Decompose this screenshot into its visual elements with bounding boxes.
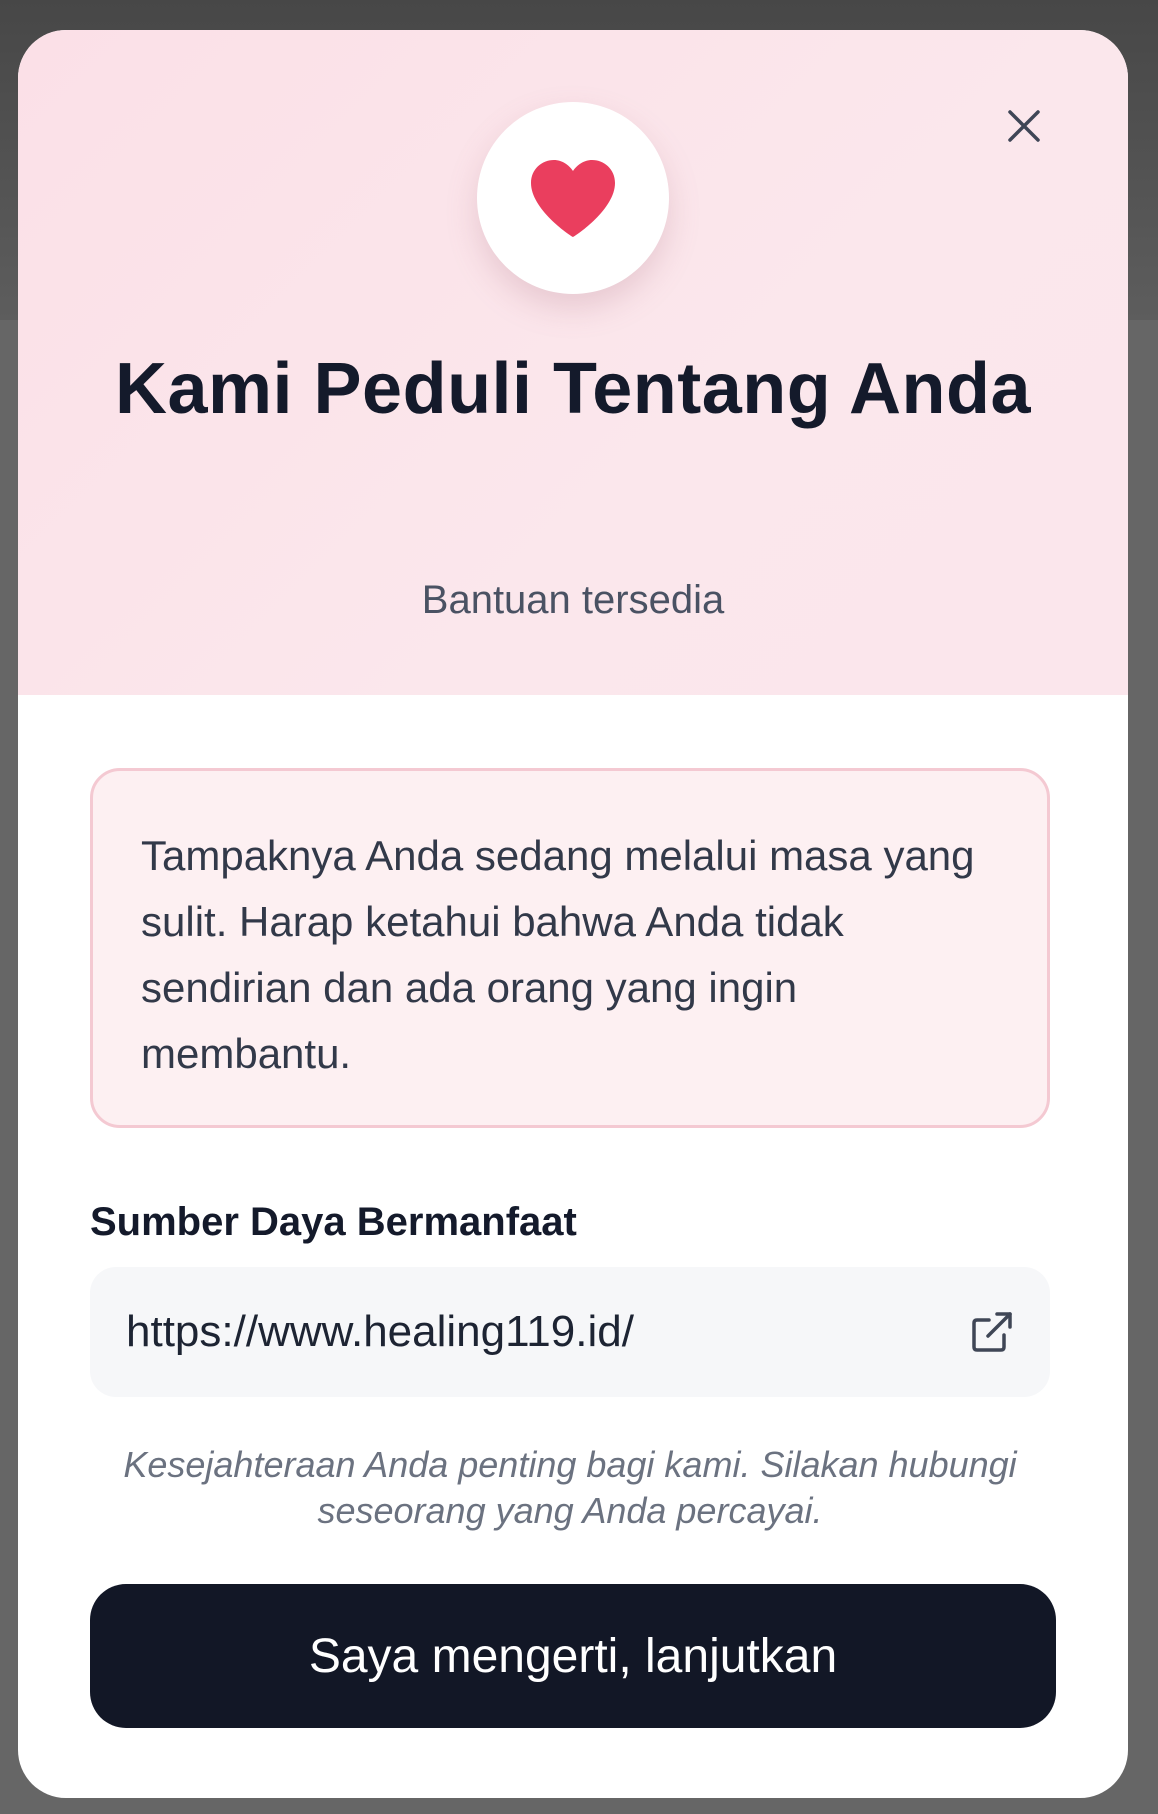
dialog-subtitle: Bantuan tersedia — [421, 578, 725, 622]
close-button[interactable] — [998, 100, 1050, 152]
resource-url: https://www.healing119.id/ — [126, 1307, 634, 1356]
care-dialog: Kami Peduli Tentang Anda Bantuan tersedi… — [18, 30, 1128, 1798]
dialog-title: Kami Peduli Tentang Anda — [114, 349, 1032, 429]
resources-heading: Sumber Daya Bermanfaat — [90, 1200, 577, 1244]
support-message: Tampaknya Anda sedang melalui masa yang … — [141, 832, 975, 1077]
heart-icon — [531, 160, 615, 237]
heart-badge — [477, 102, 669, 294]
support-message-box: Tampaknya Anda sedang melalui masa yang … — [90, 768, 1050, 1128]
dialog-header: Kami Peduli Tentang Anda Bantuan tersedi… — [18, 30, 1128, 695]
confirm-continue-button[interactable]: Saya mengerti, lanjutkan — [90, 1584, 1056, 1728]
wellbeing-note: Kesejahteraan Anda penting bagi kami. Si… — [123, 1444, 1017, 1531]
close-icon — [1008, 110, 1040, 142]
external-link-icon — [972, 1312, 1012, 1352]
resource-link[interactable]: https://www.healing119.id/ — [90, 1267, 1050, 1397]
